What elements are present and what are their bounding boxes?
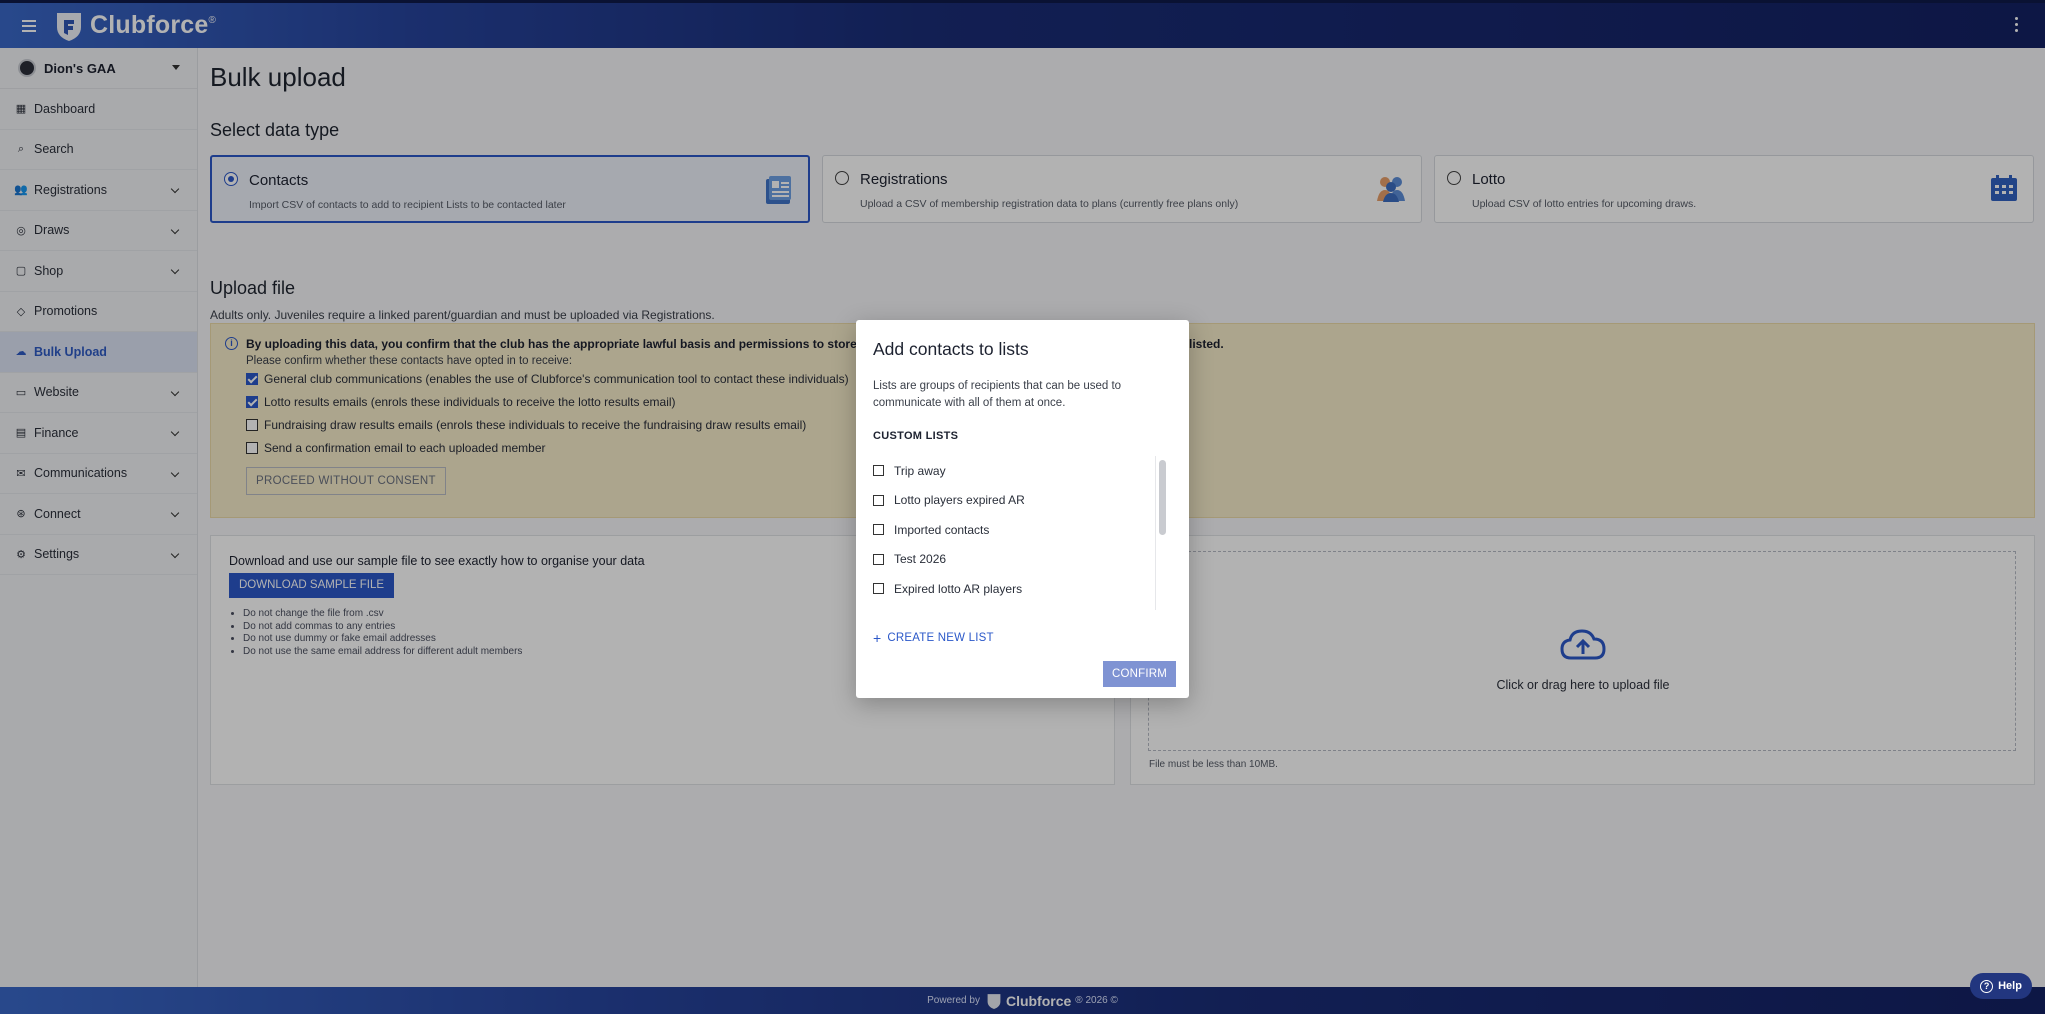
dialog-title: Add contacts to lists <box>873 339 1029 359</box>
custom-lists: Trip away Lotto players expired AR Importe… <box>873 456 1169 610</box>
custom-lists-heading: CUSTOM LISTS <box>873 430 959 442</box>
list-item[interactable]: Test 2026 <box>873 545 1169 575</box>
help-icon: ? <box>1980 979 1994 993</box>
create-new-list-label: CREATE NEW LIST <box>887 632 994 644</box>
list-checkbox[interactable] <box>873 553 884 565</box>
list-checkbox[interactable] <box>873 524 884 536</box>
list-item[interactable]: Expired lotto AR players <box>873 574 1169 604</box>
list-scrollbar[interactable] <box>1155 456 1167 610</box>
list-item[interactable]: Trip away <box>873 456 1169 486</box>
plus-icon: + <box>873 630 882 646</box>
list-checkbox[interactable] <box>873 583 884 595</box>
list-item[interactable] <box>873 604 1169 611</box>
help-button[interactable]: ? Help <box>1970 973 2032 999</box>
list-item-label: Test 2026 <box>894 552 947 567</box>
scrollbar-thumb[interactable] <box>1159 460 1166 535</box>
list-item-label: Expired lotto AR players <box>894 581 1023 596</box>
list-item-label: Lotto players expired AR <box>894 493 1025 508</box>
add-to-lists-dialog: Add contacts to lists Lists are groups o… <box>856 320 1189 698</box>
list-checkbox[interactable] <box>873 494 884 506</box>
dialog-description: Lists are groups of recipients that can … <box>873 380 1122 409</box>
list-item-label: Trip away <box>894 463 946 478</box>
list-checkbox[interactable] <box>873 465 884 477</box>
list-item[interactable]: Imported contacts <box>873 515 1169 545</box>
list-item-label: Imported contacts <box>894 522 990 537</box>
help-label: Help <box>1998 980 2022 992</box>
create-new-list-button[interactable]: + CREATE NEW LIST <box>873 630 994 646</box>
list-item[interactable]: Lotto players expired AR <box>873 486 1169 516</box>
confirm-button[interactable]: CONFIRM <box>1103 661 1177 687</box>
